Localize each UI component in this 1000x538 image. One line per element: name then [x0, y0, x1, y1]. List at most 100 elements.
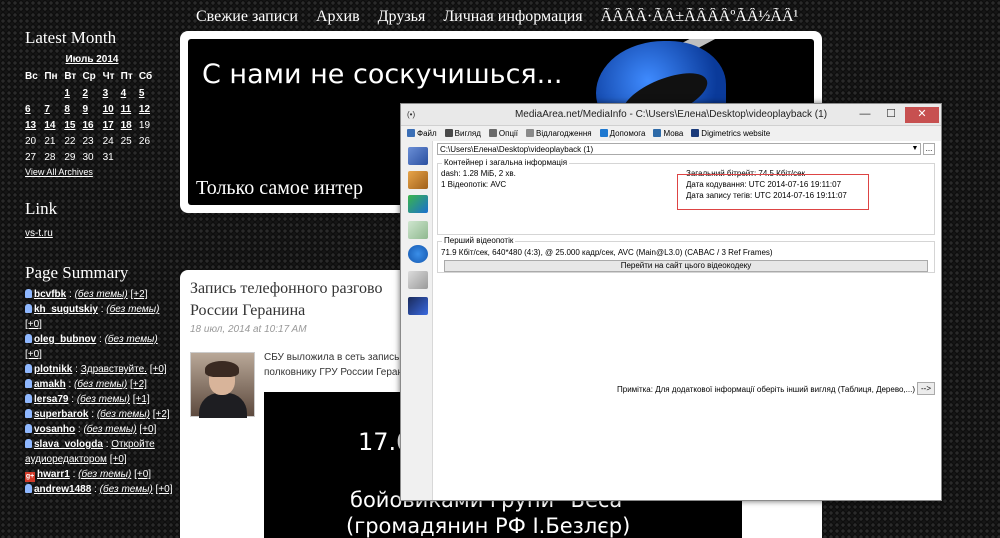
calendar-day[interactable]: 15	[64, 117, 82, 133]
digimetrics-icon[interactable]	[408, 297, 428, 315]
calendar-weekday: Ср	[82, 71, 96, 82]
summary-comment-count[interactable]: [+0]	[25, 349, 42, 360]
menu-item-icon	[488, 129, 497, 137]
summary-topic-link[interactable]: (без темы)	[78, 469, 131, 480]
nav-profile[interactable]: Личная информация	[443, 8, 582, 25]
user-pin-icon	[25, 364, 32, 373]
google-plus-icon: g+	[25, 472, 35, 482]
summary-comment-count[interactable]: [+1]	[133, 394, 150, 405]
calendar-day: 30	[82, 151, 94, 163]
nav-garbled[interactable]: ÃÂÂÂ·ÃÂ±ÃÂÂÂºÃÂ½ÃÂ¹	[601, 8, 799, 25]
calendar-day[interactable]: 12	[139, 101, 159, 117]
export-icon[interactable]	[408, 195, 428, 213]
nav-archive[interactable]: Архив	[316, 8, 360, 25]
calendar-day: 24	[102, 135, 114, 147]
view-all-archives-link[interactable]: View All Archives	[25, 167, 175, 177]
page-summary-list: bcvfbk : (без темы) [+2] kh_sugutskiy : (…	[25, 287, 175, 497]
summary-topic-link[interactable]: (без темы)	[105, 334, 158, 345]
summary-user-link[interactable]: slava_vologda	[34, 439, 103, 450]
about-icon[interactable]	[408, 271, 428, 289]
info-icon[interactable]	[408, 245, 428, 263]
summary-comment-count[interactable]: [+0]	[110, 454, 127, 465]
summary-user-link[interactable]: plotnikk	[34, 364, 72, 375]
minimize-button[interactable]: —	[855, 107, 875, 123]
summary-topic-link[interactable]: (без темы)	[77, 394, 130, 405]
menu-item[interactable]: Мова	[653, 126, 683, 141]
calendar-day	[25, 85, 44, 101]
menu-item[interactable]: Вигляд	[444, 126, 481, 141]
summary-user-link[interactable]: lersa79	[34, 394, 68, 405]
calendar-day[interactable]: 18	[121, 117, 139, 133]
summary-topic-link[interactable]: Здравствуйте.	[81, 364, 147, 375]
calendar-day[interactable]: 7	[44, 101, 64, 117]
calendar-day[interactable]: 6	[25, 101, 44, 117]
calendar-weekday: Пт	[120, 71, 133, 82]
summary-comment-count[interactable]: [+2]	[130, 379, 147, 390]
summary-topic-link[interactable]: (без темы)	[97, 409, 150, 420]
chevron-down-icon[interactable]: ▼	[910, 144, 920, 154]
calendar-weekday: Вт	[64, 71, 77, 82]
calendar-day: 22	[64, 135, 76, 147]
calendar-day: 31	[102, 151, 114, 163]
calendar-day[interactable]: 17	[103, 117, 121, 133]
summary-comment-count[interactable]: [+2]	[153, 409, 170, 420]
preferences-icon[interactable]	[408, 221, 428, 239]
browse-button[interactable]: ...	[923, 143, 935, 155]
summary-comment-count[interactable]: [+0]	[139, 424, 156, 435]
maximize-button[interactable]: ☐	[881, 107, 901, 123]
open-file-icon[interactable]	[408, 147, 428, 165]
menu-item-label: Допомога	[609, 129, 646, 138]
calendar-day[interactable]: 3	[103, 85, 121, 101]
summary-topic-link[interactable]: (без темы)	[75, 289, 128, 300]
summary-comment-count[interactable]: [+0]	[156, 484, 173, 495]
menu-item[interactable]: Опції	[488, 126, 518, 141]
window-titlebar[interactable]: (•) MediaArea.net/MediaInfo - C:\Users\Е…	[401, 104, 941, 126]
summary-user-link[interactable]: superbarok	[34, 409, 88, 420]
open-folder-icon[interactable]	[408, 171, 428, 189]
calendar-day[interactable]: 2	[82, 85, 102, 101]
calendar-day[interactable]: 9	[82, 101, 102, 117]
calendar: Июль 2014 Вс Пн Вт Ср Чт Пт Сб 1 2 3 4 5 6 7 8 9 10 11 12…	[25, 52, 159, 165]
summary-topic-link[interactable]: (без темы)	[83, 424, 136, 435]
summary-user-link[interactable]: oleg_bubnov	[34, 334, 96, 345]
close-button[interactable]: ✕	[905, 107, 939, 123]
calendar-day[interactable]: 10	[103, 101, 121, 117]
mediainfo-window: (•) MediaArea.net/MediaInfo - C:\Users\Е…	[400, 103, 942, 501]
calendar-day[interactable]: 4	[121, 85, 139, 101]
summary-user-link[interactable]: kh_sugutskiy	[34, 304, 98, 315]
summary-user-link[interactable]: andrew1488	[34, 484, 91, 495]
summary-user-link[interactable]: hwarr1	[37, 469, 70, 480]
menu-item[interactable]: Digimetrics website	[691, 126, 770, 141]
site-link[interactable]: vs-t.ru	[25, 228, 53, 239]
menu-item[interactable]: Відлагодження	[526, 126, 592, 141]
summary-comment-count[interactable]: [+0]	[25, 319, 42, 330]
summary-user-link[interactable]: bcvfbk	[34, 289, 66, 300]
summary-user-link[interactable]: vosanho	[34, 424, 75, 435]
post-title-line1: Запись телефонного разгово	[190, 280, 383, 297]
menu-item[interactable]: Файл	[407, 126, 437, 141]
summary-topic-link[interactable]: (без темы)	[100, 484, 153, 495]
calendar-weekday: Сб	[138, 71, 153, 82]
codec-website-button[interactable]: Перейти на сайт цього відеокодеку	[444, 260, 928, 272]
summary-topic-link[interactable]: (без темы)	[74, 379, 127, 390]
summary-user-link[interactable]: amakh	[34, 379, 66, 390]
next-view-button[interactable]: -->	[917, 382, 935, 395]
summary-item: g+ hwarr1 : (без темы) [+0]	[25, 469, 152, 482]
summary-comment-count[interactable]: [+0]	[134, 469, 151, 480]
menu-item[interactable]: Допомога	[599, 126, 646, 141]
nav-friends[interactable]: Друзья	[378, 8, 426, 25]
calendar-day[interactable]: 14	[44, 117, 64, 133]
nav-latest-posts[interactable]: Свежие записи	[196, 8, 298, 25]
file-path-combobox[interactable]: C:\Users\Елена\Desktop\videoplayback (1)…	[437, 143, 921, 155]
calendar-day[interactable]: 1	[64, 85, 82, 101]
calendar-day[interactable]: 11	[121, 101, 139, 117]
calendar-day[interactable]: 16	[82, 117, 102, 133]
calendar-caption[interactable]: Июль 2014	[25, 52, 159, 68]
user-pin-icon	[25, 484, 32, 493]
calendar-day[interactable]: 8	[64, 101, 82, 117]
calendar-day[interactable]: 5	[139, 85, 159, 101]
calendar-day[interactable]: 13	[25, 117, 44, 133]
summary-topic-link[interactable]: (без темы)	[106, 304, 159, 315]
summary-comment-count[interactable]: [+2]	[131, 289, 148, 300]
summary-comment-count[interactable]: [+0]	[150, 364, 167, 375]
